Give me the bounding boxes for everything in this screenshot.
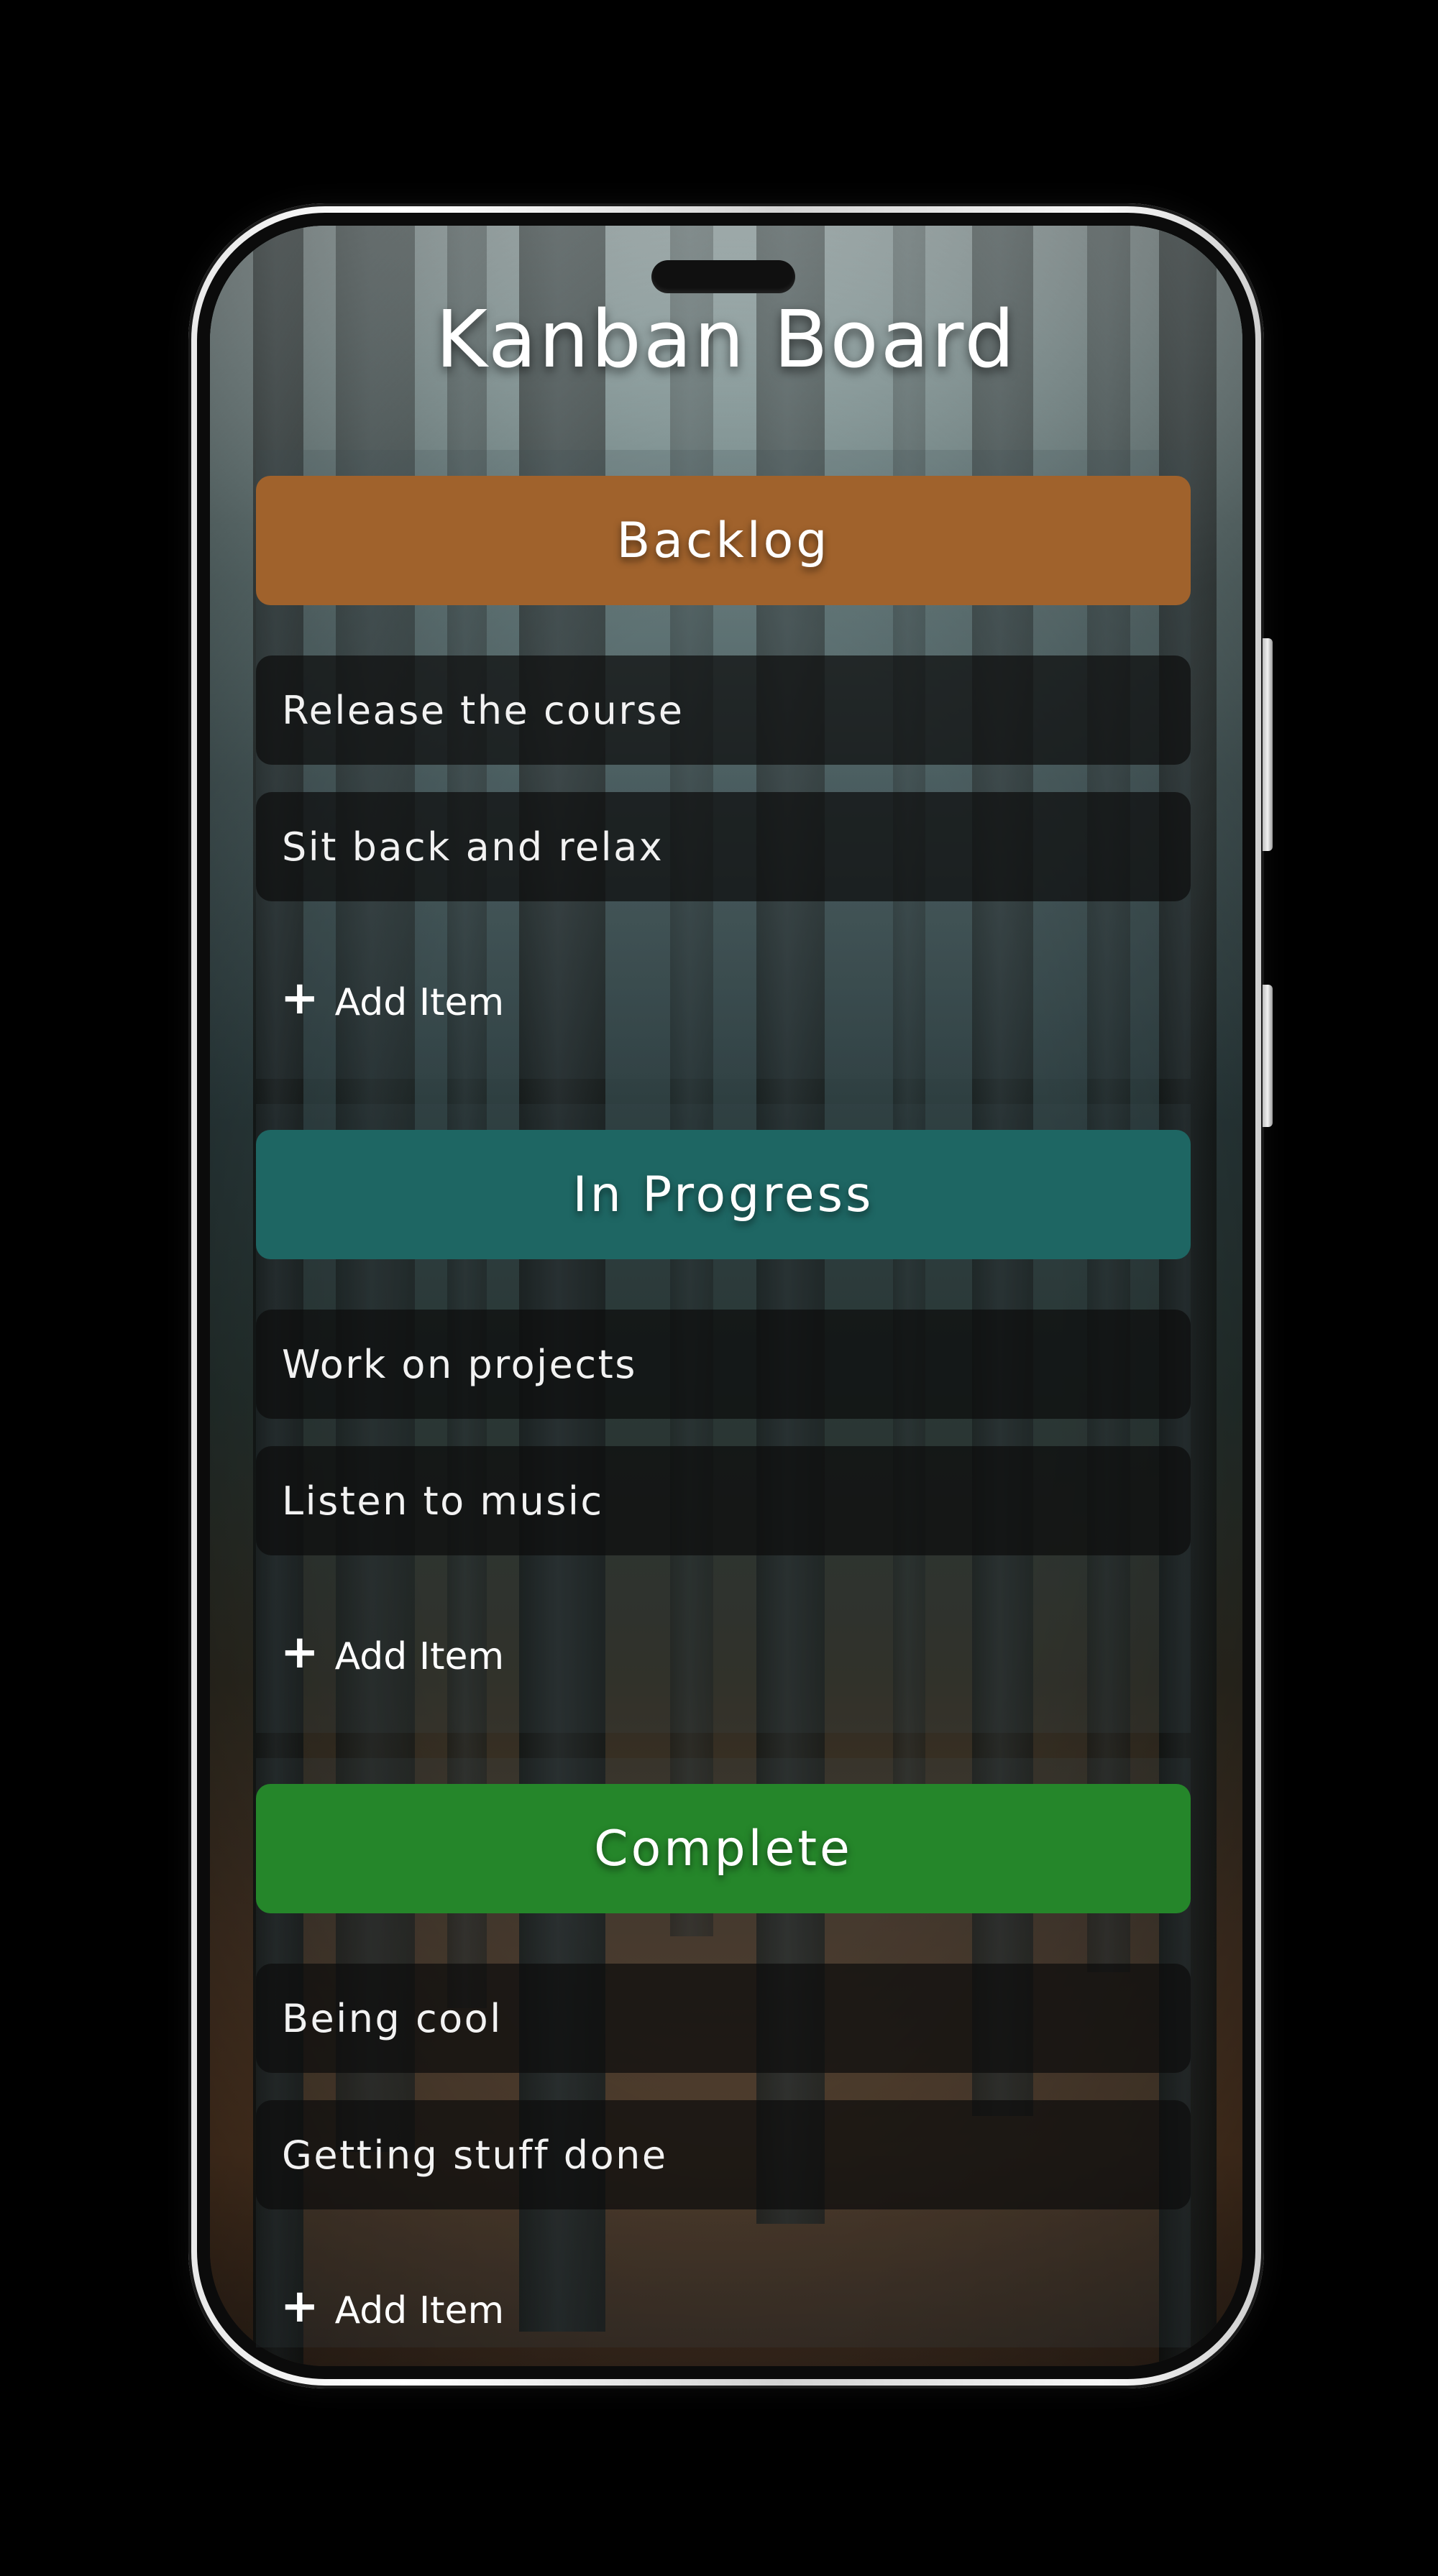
- card-getting-stuff-done[interactable]: Getting stuff done: [256, 2100, 1191, 2209]
- add-item-label: Add Item: [334, 2289, 505, 2332]
- card-listen-to-music[interactable]: Listen to music: [256, 1446, 1191, 1555]
- add-item-label: Add Item: [334, 1635, 505, 1678]
- add-item-label: Add Item: [334, 981, 505, 1024]
- plus-icon: +: [280, 1626, 319, 1679]
- add-item-button-in-progress[interactable]: + Add Item: [280, 1624, 504, 1689]
- plus-icon: +: [280, 972, 319, 1025]
- speaker-notch: [651, 260, 795, 293]
- plus-icon: +: [280, 2280, 319, 2333]
- page: Kanban Board Backlog Release the course …: [0, 0, 1438, 2576]
- card-release-the-course[interactable]: Release the course: [256, 656, 1191, 765]
- power-button: [1263, 985, 1273, 1127]
- add-item-button-backlog[interactable]: + Add Item: [280, 970, 504, 1035]
- column-header-in-progress: In Progress: [256, 1130, 1191, 1259]
- card-work-on-projects[interactable]: Work on projects: [256, 1310, 1191, 1419]
- card-being-cool[interactable]: Being cool: [256, 1964, 1191, 2073]
- add-item-button-complete[interactable]: + Add Item: [280, 2278, 504, 2343]
- page-title: Kanban Board: [435, 293, 1017, 385]
- volume-button: [1263, 638, 1273, 851]
- card-sit-back-and-relax[interactable]: Sit back and relax: [256, 792, 1191, 901]
- column-header-backlog: Backlog: [256, 476, 1191, 605]
- column-header-complete: Complete: [256, 1784, 1191, 1913]
